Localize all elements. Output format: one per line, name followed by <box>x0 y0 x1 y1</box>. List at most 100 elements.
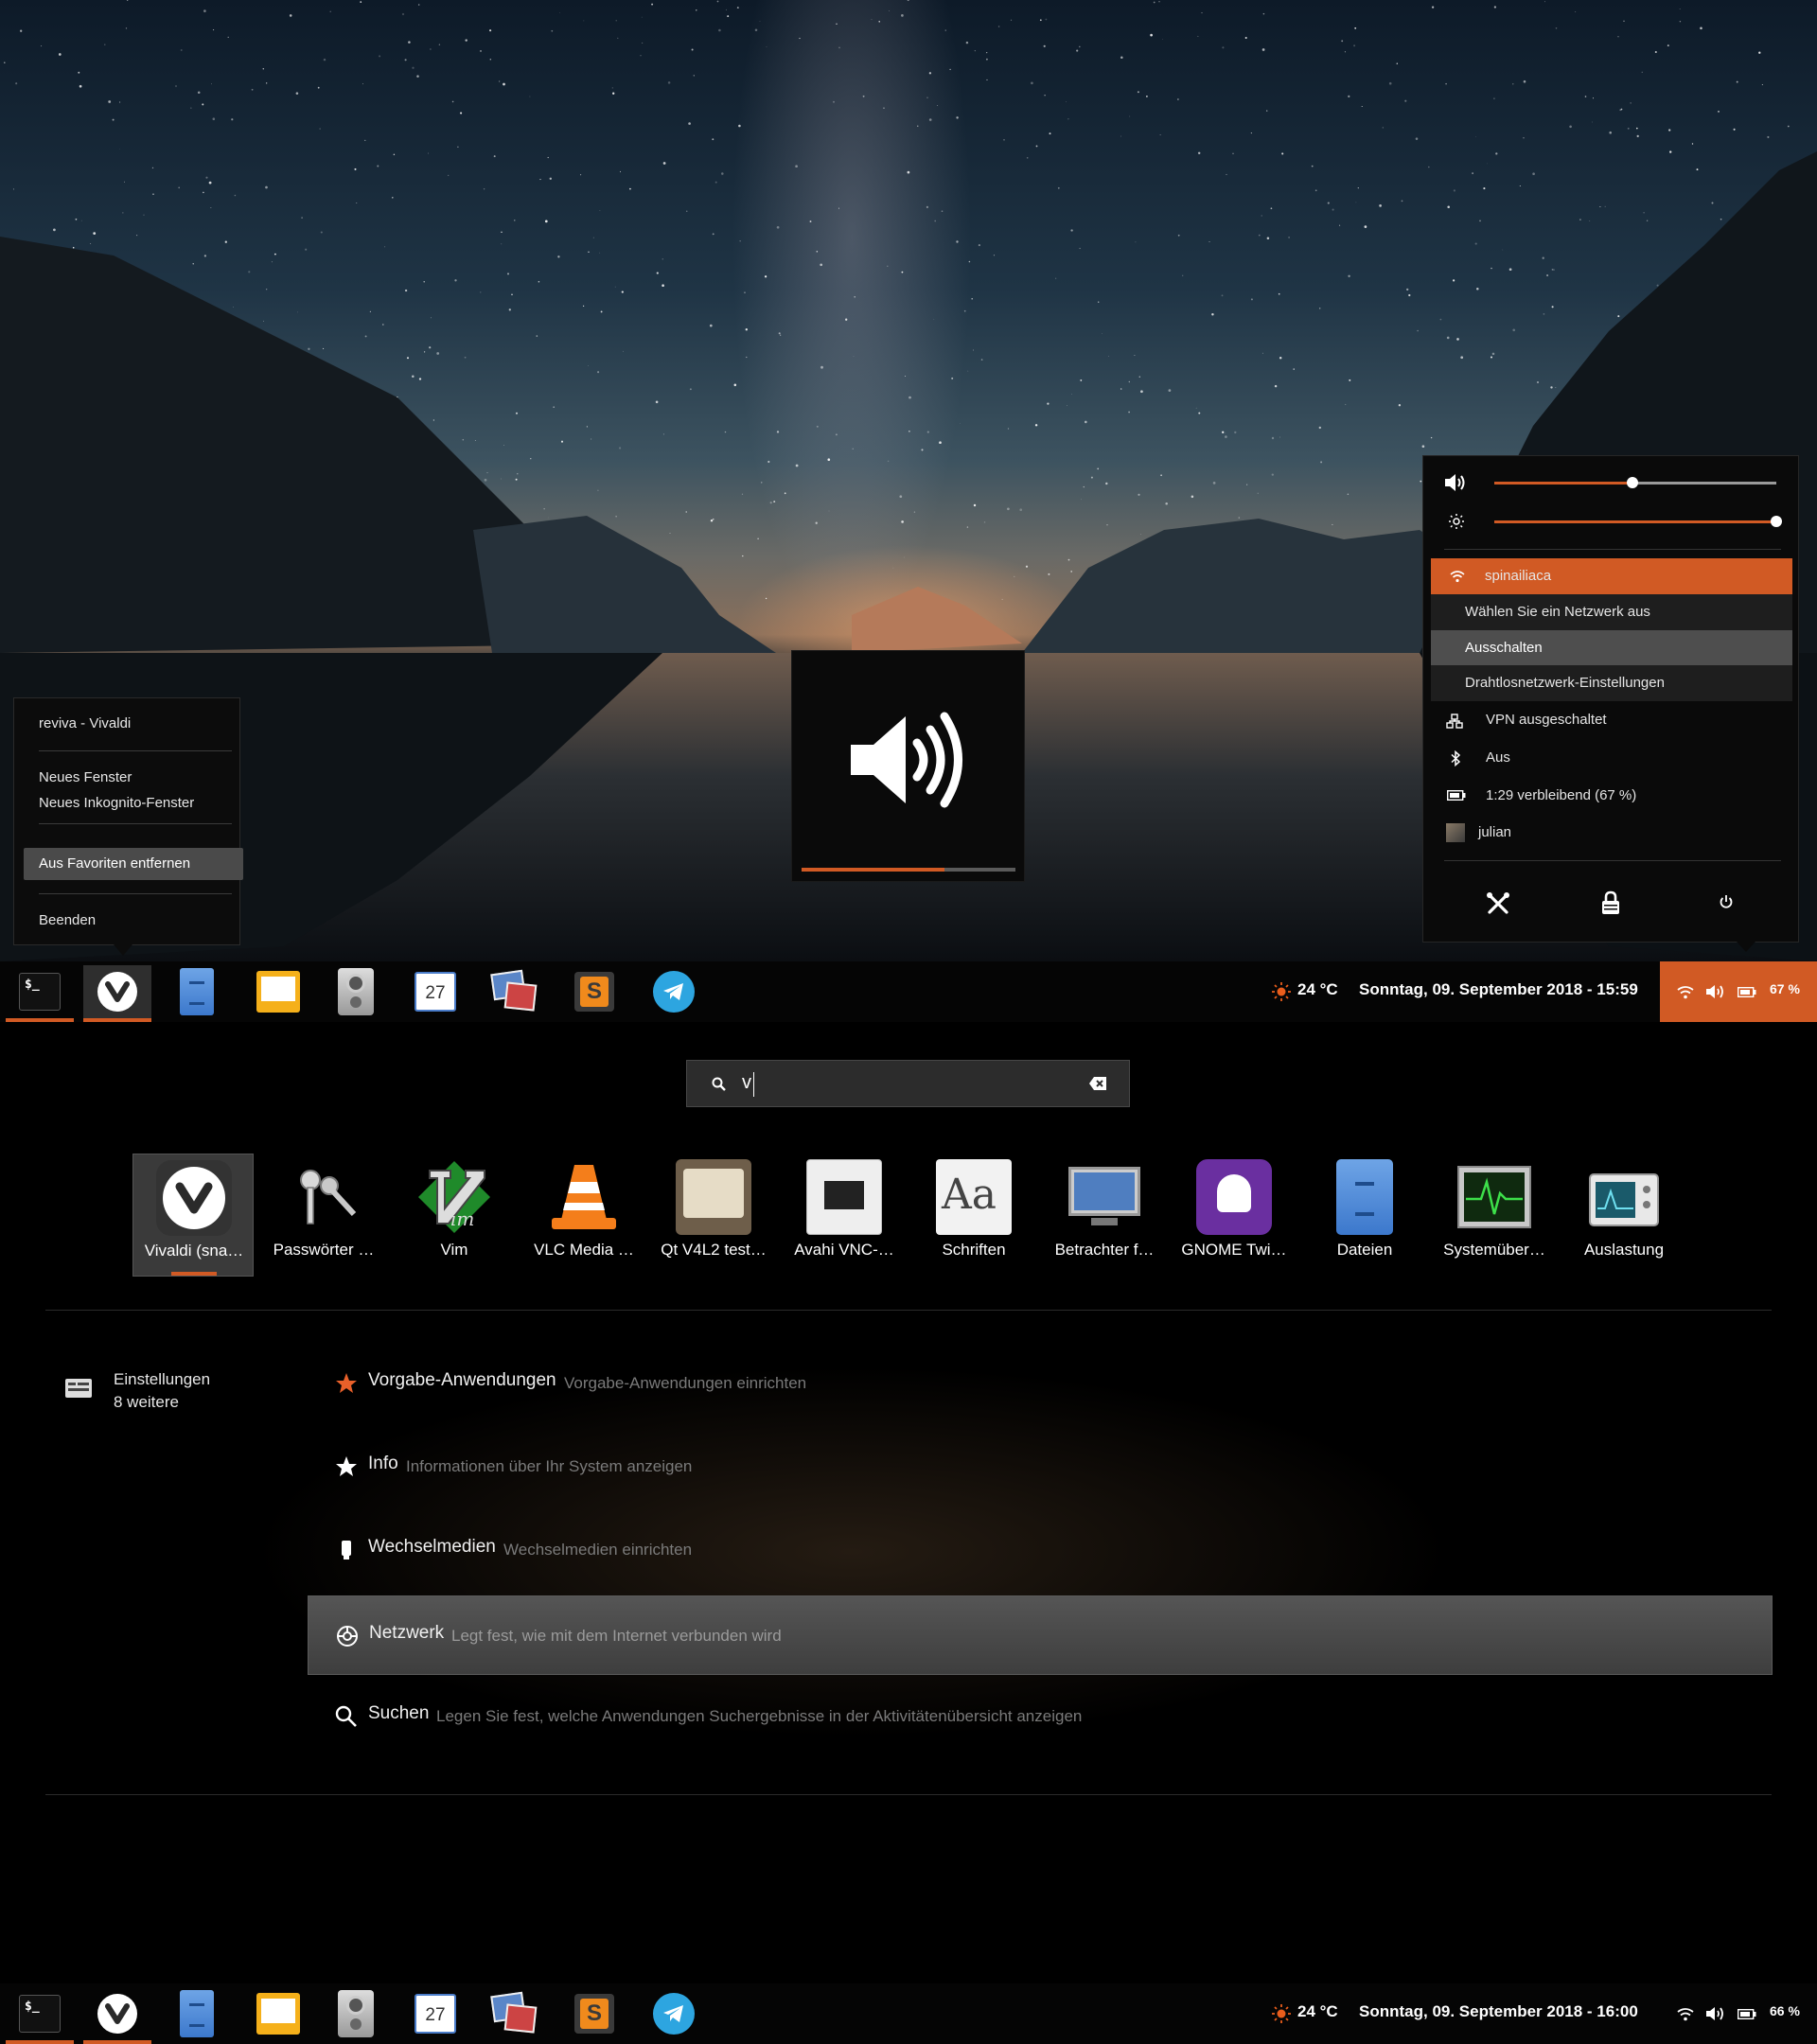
dock-sublime-text[interactable]: S <box>560 1987 628 2040</box>
app-result-system-monitor[interactable]: Systemüber… <box>1434 1154 1555 1277</box>
terminal-icon: $_ <box>19 973 61 1011</box>
menu-window-title[interactable]: reviva - Vivaldi <box>39 715 131 731</box>
app-result-vim[interactable]: im Vim <box>394 1154 515 1277</box>
wifi-settings[interactable]: Drahtlosnetzwerk-Einstellungen <box>1431 665 1792 701</box>
calendar-icon: 27 <box>415 1994 456 2034</box>
calendar-day: 27 <box>425 2005 446 2025</box>
menu-item-new-incognito-window[interactable]: Neues Inkognito-Fenster <box>39 795 194 811</box>
dock-files[interactable] <box>163 1987 231 2040</box>
telegram-icon <box>653 971 695 1013</box>
search-input[interactable]: v <box>742 1072 751 1094</box>
battery-percentage: 67 % <box>1770 981 1800 996</box>
menu-item-remove-favorite[interactable]: Aus Favoriten entfernen <box>24 848 243 880</box>
dock-sublime-text[interactable]: S <box>560 965 628 1018</box>
app-result-avahi-vnc[interactable]: Avahi VNC-… <box>784 1154 905 1277</box>
vim-icon: im <box>418 1161 490 1233</box>
clear-search-icon[interactable] <box>1088 1076 1107 1091</box>
vpn-network-icon <box>1446 714 1463 729</box>
bluetooth-status: Aus <box>1486 749 1510 766</box>
speaker-icon <box>1706 2007 1723 2020</box>
result-removable-media[interactable]: Wechselmedien Wechselmedien einrichten <box>308 1510 1773 1590</box>
dock-slides[interactable] <box>244 1987 312 2040</box>
weather-temperature[interactable]: 24 °C <box>1297 2002 1338 2021</box>
result-title: Wechselmedien <box>368 1537 496 1557</box>
app-label: VLC Media … <box>534 1241 634 1259</box>
dock-speaker[interactable] <box>322 1987 390 2040</box>
menu-item-new-window[interactable]: Neues Fenster <box>39 769 132 785</box>
settings-icon[interactable] <box>1486 891 1510 916</box>
status-area[interactable]: 66 % <box>1660 1983 1817 2044</box>
vpn-row[interactable]: VPN ausgeschaltet <box>1423 702 1798 738</box>
clock[interactable]: Sonntag, 09. September 2018 - 15:59 <box>1359 980 1638 999</box>
menu-separator <box>39 750 232 751</box>
star-icon <box>336 1456 357 1476</box>
app-result-passwords[interactable]: Passwörter … <box>263 1154 384 1277</box>
volume-slider-fill <box>1494 482 1633 485</box>
dock-telegram[interactable] <box>640 1987 708 2040</box>
star-orange-icon <box>336 1373 357 1393</box>
bluetooth-row[interactable]: Aus <box>1423 740 1798 776</box>
app-label: Dateien <box>1336 1241 1393 1259</box>
wifi-network-name: spinailiaca <box>1485 568 1552 584</box>
weather-temperature[interactable]: 24 °C <box>1297 980 1338 999</box>
wifi-turn-off[interactable]: Ausschalten <box>1431 630 1792 665</box>
avatar <box>1446 823 1465 842</box>
activities-overview: v Vivaldi (sna… Passwörter … im Vim VLC … <box>0 1022 1817 1983</box>
app-label: Auslastung <box>1583 1241 1665 1259</box>
user-row[interactable]: julian <box>1423 815 1798 851</box>
status-area[interactable]: 67 % <box>1660 961 1817 1022</box>
vivaldi-icon <box>97 1994 137 2034</box>
dock-files[interactable] <box>163 965 231 1018</box>
fonts-icon: Aa <box>936 1159 1012 1235</box>
clock[interactable]: Sonntag, 09. September 2018 - 16:00 <box>1359 2002 1638 2021</box>
result-info[interactable]: Info Informationen über Ihr System anzei… <box>308 1427 1773 1507</box>
battery-icon <box>1738 987 1756 997</box>
app-result-qt-v4l2[interactable]: Qt V4L2 test… <box>653 1154 774 1277</box>
battery-row[interactable]: 1:29 verbleibend (67 %) <box>1423 778 1798 814</box>
image-viewer-icon <box>490 969 538 1012</box>
dock-terminal[interactable]: $_ <box>6 1987 74 2044</box>
lock-icon[interactable] <box>1601 890 1620 915</box>
result-network[interactable]: Netzwerk Legt fest, wie mit dem Internet… <box>308 1595 1773 1675</box>
app-result-usage[interactable]: Auslastung <box>1563 1154 1685 1277</box>
text-cursor <box>753 1072 754 1097</box>
result-title: Info <box>368 1454 398 1473</box>
result-search[interactable]: Suchen Legen Sie fest, welche Anwendunge… <box>308 1677 1773 1756</box>
image-viewer-icon <box>490 1991 538 2034</box>
wifi-select-network[interactable]: Wählen Sie ein Netzwerk aus <box>1431 594 1792 630</box>
osd-volume-fill <box>802 868 945 872</box>
volume-slider-knob[interactable] <box>1627 477 1639 488</box>
terminal-icon: $_ <box>19 1995 61 2033</box>
dock-vivaldi[interactable] <box>83 1987 151 2044</box>
dock-calendar[interactable]: 27 <box>401 1987 469 2040</box>
app-label: Vim <box>440 1241 468 1259</box>
brightness-slider-knob[interactable] <box>1771 516 1782 527</box>
dock-vivaldi[interactable] <box>83 965 151 1022</box>
dock-calendar[interactable]: 27 <box>401 965 469 1018</box>
wifi-icon <box>1677 2008 1694 2021</box>
wifi-network-row[interactable]: spinailiaca <box>1431 558 1792 594</box>
power-icon[interactable] <box>1719 894 1734 909</box>
brightness-slider[interactable] <box>1494 516 1782 527</box>
vpn-status: VPN ausgeschaltet <box>1486 712 1607 728</box>
dock-image-viewer[interactable] <box>481 965 549 1018</box>
speaker-icon <box>1445 474 1465 491</box>
provider-more-count: 8 weitere <box>114 1393 179 1411</box>
dock-speaker[interactable] <box>322 965 390 1018</box>
result-default-apps[interactable]: Vorgabe-Anwendungen Vorgabe-Anwendungen … <box>308 1344 1773 1423</box>
speaker-device-icon <box>338 1990 374 2037</box>
dock-image-viewer[interactable] <box>481 1987 549 2040</box>
dock-telegram[interactable] <box>640 965 708 1018</box>
dock-slides[interactable] <box>244 965 312 1018</box>
app-result-vlc[interactable]: VLC Media … <box>523 1154 644 1277</box>
app-label: GNOME Twi… <box>1181 1241 1287 1259</box>
volume-slider[interactable] <box>1494 477 1776 488</box>
app-result-vivaldi[interactable]: Vivaldi (sna… <box>132 1154 254 1277</box>
menu-item-quit[interactable]: Beenden <box>39 912 96 928</box>
search-entry[interactable]: v <box>686 1060 1130 1107</box>
app-result-files[interactable]: Dateien <box>1304 1154 1425 1277</box>
app-result-fonts[interactable]: Aa Schriften <box>913 1154 1034 1277</box>
app-result-remote-viewer[interactable]: Betrachter f… <box>1044 1154 1165 1277</box>
app-result-gnome-tweaks[interactable]: GNOME Twi… <box>1173 1154 1295 1277</box>
dock-terminal[interactable]: $_ <box>6 965 74 1022</box>
